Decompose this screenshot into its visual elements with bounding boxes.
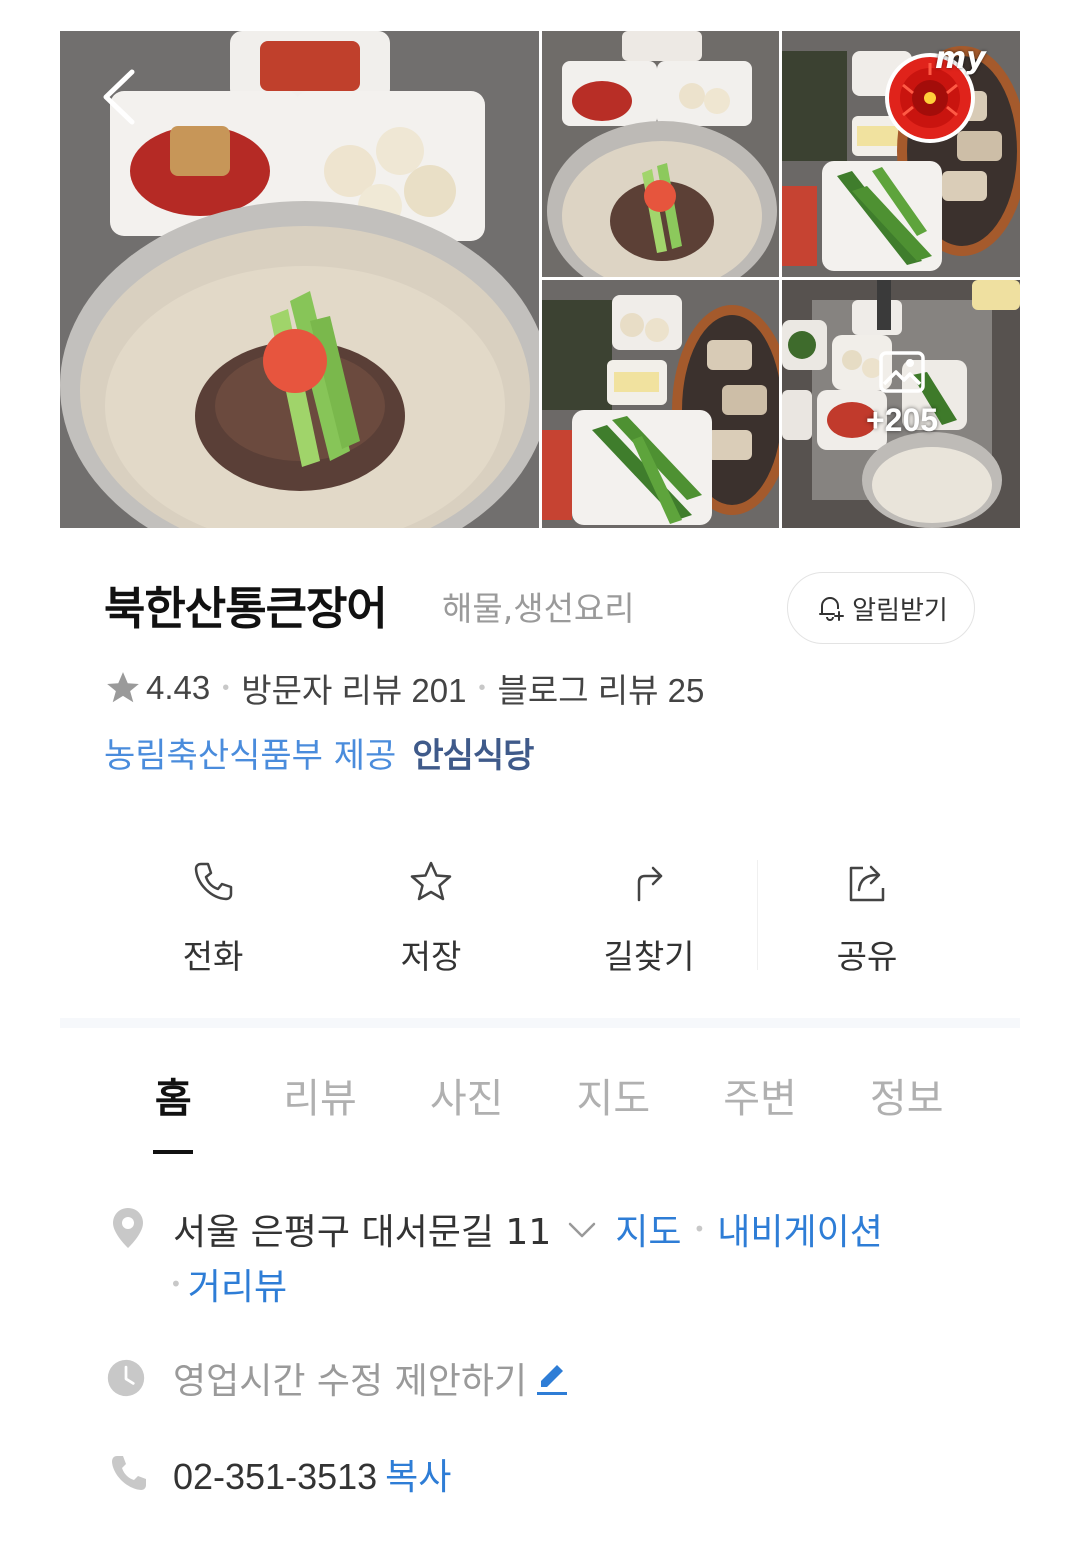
directions-button[interactable]: 길찾기	[540, 830, 758, 990]
map-link[interactable]: 지도	[615, 1203, 681, 1255]
call-button[interactable]: 전화	[104, 830, 322, 990]
action-bar: 전화 저장 길찾기 공유	[104, 830, 976, 990]
save-button[interactable]: 저장	[322, 830, 540, 990]
place-category: 해물,생선요리	[442, 589, 635, 628]
phone-icon	[194, 862, 233, 901]
separator-dot: •	[170, 1272, 182, 1296]
save-label: 저장	[400, 937, 462, 976]
navigation-link[interactable]: 내비게이션	[717, 1203, 883, 1255]
separator-dot: •	[222, 676, 230, 699]
section-divider	[60, 1018, 1020, 1028]
tab-bar: 홈 리뷰 사진 지도 주변 정보	[100, 1060, 980, 1160]
rating-row: 4.43 • 방문자 리뷰 201 • 블로그 리뷰 25	[104, 664, 704, 712]
share-label: 공유	[836, 937, 898, 976]
streetview-link[interactable]: 거리뷰	[188, 1258, 287, 1310]
tab-reviews[interactable]: 리뷰	[247, 1060, 394, 1160]
call-label: 전화	[182, 937, 244, 976]
share-icon	[849, 865, 885, 902]
my-badge-text: my	[935, 41, 986, 76]
tab-nearby[interactable]: 주변	[687, 1060, 834, 1160]
gallery-photo-1[interactable]	[542, 31, 779, 277]
tab-home[interactable]: 홈	[100, 1060, 247, 1160]
notify-button[interactable]: 알림받기	[787, 572, 975, 644]
back-button[interactable]	[96, 66, 146, 128]
blog-reviews-link[interactable]: 블로그 리뷰 25	[497, 664, 704, 712]
notify-label: 알림받기	[852, 595, 948, 626]
place-name: 북한산통큰장어	[104, 582, 388, 635]
gallery-photo-3[interactable]	[542, 280, 779, 528]
my-profile-badge[interactable]: my	[883, 41, 986, 145]
address-text: 서울 은평구 대서문길 11	[173, 1212, 552, 1253]
tab-map[interactable]: 지도	[540, 1060, 687, 1160]
more-photos-count: +205	[865, 402, 939, 438]
copy-phone-link[interactable]: 복사	[385, 1457, 451, 1498]
directions-label: 길찾기	[603, 937, 695, 976]
clock-icon	[107, 1359, 145, 1397]
image-icon	[879, 351, 925, 393]
address-row-2: • 거리뷰	[170, 1258, 287, 1310]
cert-provider: 농림축산식품부 제공	[104, 736, 397, 776]
star-icon	[410, 861, 452, 901]
visitor-reviews-link[interactable]: 방문자 리뷰 201	[241, 664, 466, 712]
chevron-down-icon[interactable]	[565, 1212, 599, 1246]
certification-row[interactable]: 농림축산식품부 제공 안심식당	[104, 728, 534, 777]
phone-row: 02-351-3513 복사	[173, 1448, 451, 1500]
phone-number[interactable]: 02-351-3513	[173, 1456, 377, 1497]
tab-info[interactable]: 정보	[833, 1060, 980, 1160]
pencil-icon	[537, 1365, 568, 1395]
share-button[interactable]: 공유	[758, 830, 976, 990]
suggest-hours-text: 영업시간 수정 제안하기	[173, 1361, 528, 1402]
directions-icon	[637, 866, 663, 902]
tab-photos[interactable]: 사진	[393, 1060, 540, 1160]
separator-dot: •	[693, 1217, 706, 1241]
suggest-hours-link[interactable]: 영업시간 수정 제안하기	[173, 1352, 569, 1404]
separator-dot: •	[478, 676, 486, 699]
cert-badge-logo: 안심식당	[412, 736, 534, 776]
more-photos-overlay[interactable]: +205	[862, 350, 942, 460]
phone-icon	[112, 1456, 146, 1490]
location-pin-icon	[113, 1208, 143, 1248]
address-row: 서울 은평구 대서문길 11 지도 • 내비게이션	[173, 1203, 883, 1255]
star-filled-icon	[107, 672, 139, 703]
chevron-left-icon	[103, 69, 135, 125]
rating-value: 4.43	[146, 669, 211, 706]
bell-plus-icon	[819, 597, 845, 621]
